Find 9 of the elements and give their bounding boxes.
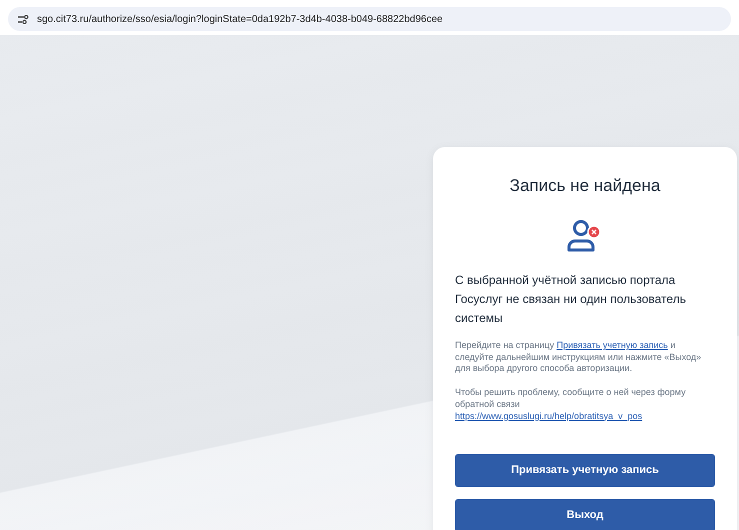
- site-settings-icon[interactable]: [18, 14, 29, 24]
- link-account-button[interactable]: Привязать учетную запись: [455, 454, 715, 488]
- support-text: Чтобы решить проблему, сообщите о ней через форму обратной связи https://www.gosuslugi.ru/help/obratitsya_v_pos: [455, 387, 687, 422]
- link[interactable]: https://www.gosuslugi.ru/help/obratitsya_v_pos: [455, 410, 642, 420]
- link[interactable]: Привязать учетную запись: [556, 340, 668, 350]
- error-message: С выбранной учётной записью портала Госуслуг не связан ни один пользователь системы: [455, 272, 687, 327]
- dialog-title: Запись не найдена: [508, 175, 662, 197]
- instruction-text: Перейдите на страницу Привязать учетную запись и следуйте дальнейшим инструкциям или нажмите «Выход» для выбора другого способа авторизации.: [455, 340, 702, 376]
- exit-button[interactable]: Выход: [455, 499, 715, 530]
